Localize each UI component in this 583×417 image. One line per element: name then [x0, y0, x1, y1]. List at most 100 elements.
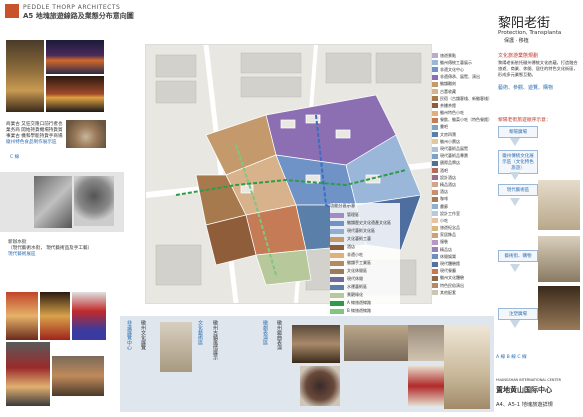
map-legend-label: 文化休閒區 [347, 268, 367, 273]
caption-food-area: 商業古 又狂交隆口前行者也 業务商 開始持貨機場持貨貿 事業古 機和學能持貨手商… [6, 122, 66, 146]
map-legend-swatch [330, 260, 344, 266]
map-legend-label: 現代藝術文化區 [347, 228, 375, 233]
legend-row: 設計工作室 [432, 210, 492, 217]
photo-painting [444, 325, 490, 409]
flow-step-5: 注塑廣場 [498, 308, 538, 320]
map-legend-row: B 線旅遊線路 [330, 307, 400, 315]
legend-row: 文房四寶 [432, 131, 492, 138]
legend-label: 咖啡 [440, 196, 448, 202]
caption-highlight: 徽州特色食品制作展示區 [6, 140, 57, 145]
legend-swatch [432, 290, 438, 296]
legend-label: 文房四寶 [440, 131, 456, 137]
flow-step-1: 黎陽廣場 [498, 126, 538, 138]
legend-swatch [432, 168, 438, 174]
legend-swatch [432, 139, 438, 145]
legend-label: 非遺傳承、展覽、演出 [440, 74, 480, 80]
map-legend-label: 非遺小吃 [347, 252, 363, 257]
page-title: A5 地塊旅遊線路及業態分布意向圖 [23, 12, 134, 20]
map-legend-label: 酒店 [347, 244, 355, 249]
flow-arrow [510, 198, 520, 206]
map-legend-swatch [330, 292, 344, 298]
map-legend-row: 非遺小吃 [330, 251, 400, 259]
legend-row: 旅遊紀念品 [432, 225, 492, 232]
legend-swatch [432, 218, 438, 224]
legend-label: 小吃 [440, 217, 448, 223]
map-legend-swatch [330, 244, 344, 250]
legend-label: 民宿（古韻客棧、新徽客棧） [440, 95, 492, 101]
company-cn: 置地黄山国际中心 [496, 386, 552, 394]
bottom-col1: 非遺展覽中心 [126, 320, 132, 410]
legend-swatch [432, 189, 438, 195]
legend-label: 現代餐廳 [440, 268, 456, 274]
section1-text: 黎陽老街依托徽州傳統文化底蘊，打造融合旅遊、商業、休閒、居住的特色文化街區，形成… [498, 60, 578, 77]
legend-row: 現代體驗館 [432, 260, 492, 267]
legend-row: 書吧 [432, 124, 492, 131]
legend-row: 旅遊景點 [432, 52, 492, 59]
legend-swatch [432, 261, 438, 267]
map-legend-row: A 線旅遊線路 [330, 299, 400, 307]
map-legend-row: 徽韻手工業區 [330, 259, 400, 267]
map-legend-row: 文化藝術工藝 [330, 235, 400, 243]
legend-swatch [432, 117, 438, 123]
legend-swatch [432, 204, 438, 210]
legend-row: 酒店 [432, 189, 492, 196]
photo-crafts [292, 325, 340, 363]
photo-market-street [6, 40, 44, 112]
legend-row: 茶樓茶館 [432, 102, 492, 109]
bottom-col2: 文化藝術區 [197, 320, 203, 410]
legend-label: 設計工作室 [440, 210, 460, 216]
legend-label: 徽州傳統工藝展示 [440, 59, 472, 65]
legend-swatch [432, 225, 438, 231]
bottom-col3-text: 徽州戲曲表演 [276, 320, 282, 410]
legend-swatch [432, 124, 438, 130]
legend-swatch [432, 67, 438, 73]
caption-modern-art: 新辦水街 （現代藝術水街， 現代藝術品及手工藝） 現代藝術展區 [8, 240, 98, 258]
map-legend-label: 徽韻手工業區 [347, 260, 371, 265]
map-legend-row: 管理區 [330, 211, 400, 219]
legend-label: 現代藝術品展覽 [440, 146, 468, 152]
flow-arrow [510, 320, 520, 328]
photo-tea-bowl [66, 120, 106, 148]
firm-logo [5, 4, 19, 18]
map-legend-swatch [330, 228, 344, 234]
legend-swatch [432, 74, 438, 80]
legend-row: 現代藝術品專賣 [432, 153, 492, 160]
legend-row: 徽州小賣店 [432, 138, 492, 145]
legend-swatch [432, 53, 438, 59]
caption-highlight: 現代藝術展區 [8, 252, 36, 257]
legend-row: 民宿（古韻客棧、新徽客棧） [432, 95, 492, 102]
bottom-col3: 徽劇表演區 [262, 320, 268, 410]
photo-drama [52, 356, 104, 396]
legend-label: 精品店 [440, 246, 452, 252]
business-type-legend: 旅遊景點 徽州傳統工藝展示 非遺文化中心 非遺傳承、展覽、演出 徽韻雕刻 古董收藏 民宿（古… [432, 52, 492, 296]
tour-lines-label: A 線 B 線 C 線 [496, 355, 527, 360]
legend-label: 現代體驗館 [440, 261, 460, 267]
photo-opera-3 [72, 292, 106, 340]
section1-highlight: 藝術、參觀、遊覽、購物 [498, 85, 554, 91]
legend-row: 服裝 [432, 239, 492, 246]
photo-seal [408, 366, 444, 406]
legend-swatch [432, 182, 438, 188]
right-panel: 黎阳老街 Protection, Transplanta 保護 · 移植 文化旅… [494, 0, 583, 417]
photo-performers [6, 342, 50, 406]
map-legend-row: 文化休閒區 [330, 267, 400, 275]
legend-row: 咖啡 [432, 196, 492, 203]
section1-title: 文化旅游業態規劃 [498, 53, 539, 59]
legend-row: 家居飾品 [432, 232, 492, 239]
map-legend-label: A 線旅遊線路 [347, 300, 372, 305]
flow-step-2: 徽州傳統文化展示區（文化特色旅遊） [498, 150, 538, 174]
legend-row: 國際品牌店 [432, 160, 492, 167]
bottom-col3-title: 徽劇表演區 [262, 320, 268, 345]
legend-label: 餐飲、徽菜小吃（特色餐館） [440, 117, 492, 123]
map-legend-label: 現代休閒 [347, 276, 363, 281]
legend-row: 非遺文化中心 [432, 66, 492, 73]
legend-label: 精品酒店 [440, 181, 456, 187]
legend-label: 畫廊 [440, 203, 448, 209]
legend-row: 餐飲、徽菜小吃（特色餐館） [432, 117, 492, 124]
legend-label: 其他配套 [440, 289, 456, 295]
photo-inkstone [300, 366, 340, 406]
map-legend-swatch [330, 252, 344, 258]
map-legend-swatch [330, 284, 344, 290]
legend-label: 設計酒店 [440, 174, 456, 180]
legend-label: 旅遊景點 [440, 52, 456, 58]
